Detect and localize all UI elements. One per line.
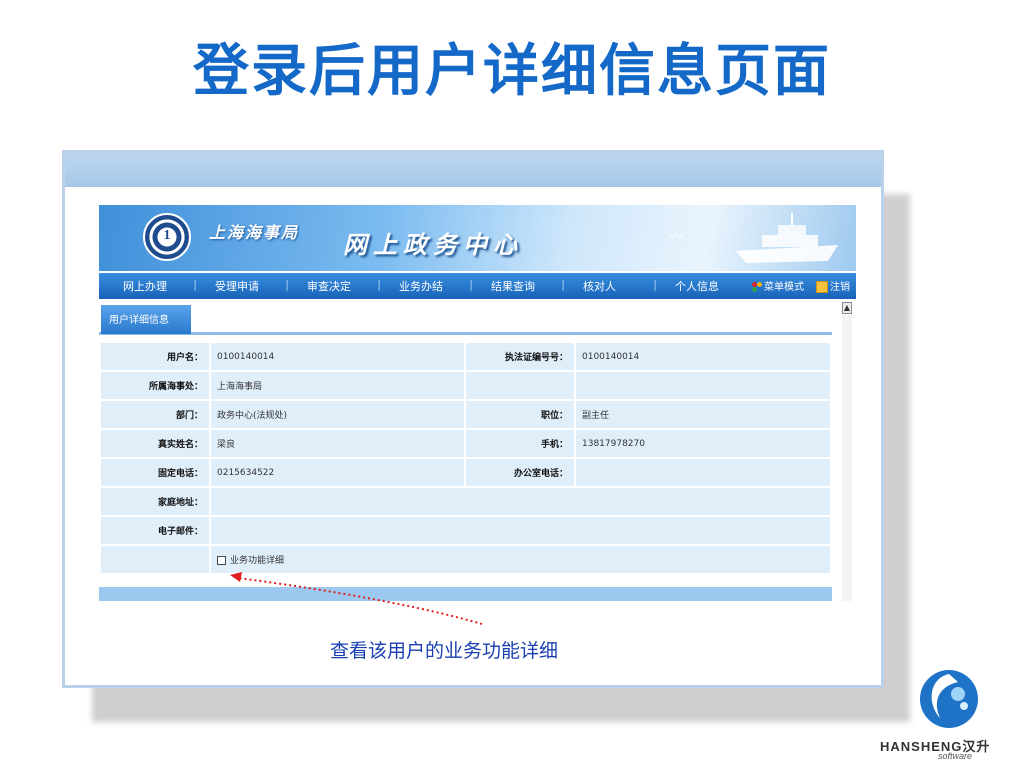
hansheng-logo-icon: [920, 670, 978, 728]
brand-name: HANSHENG汉升: [880, 739, 991, 754]
annotation-caption: 查看该用户的业务功能详细: [330, 640, 559, 662]
brand-sub: software: [938, 751, 973, 761]
